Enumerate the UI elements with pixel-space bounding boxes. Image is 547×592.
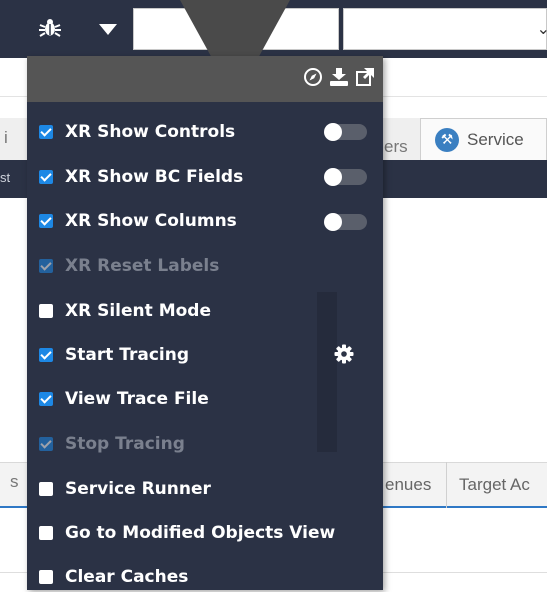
dropdown-toggle-button[interactable] — [86, 10, 130, 50]
checkbox[interactable] — [39, 304, 53, 318]
menu-item-start-tracing[interactable]: Start Tracing — [39, 340, 189, 370]
tab-menues-label: enues — [385, 475, 432, 494]
menu-item-label: XR Show BC Fields — [65, 167, 244, 187]
checkbox[interactable] — [39, 392, 53, 406]
toggle-switch-show-bc-fields[interactable] — [324, 168, 367, 186]
checkbox[interactable] — [39, 214, 53, 228]
compass-icon[interactable] — [303, 66, 323, 88]
menu-item-clear-caches[interactable]: Clear Caches — [39, 562, 188, 592]
background-tab-fragment[interactable]: ers — [384, 137, 408, 157]
panel-side-shade — [317, 292, 337, 452]
menu-item-label: View Trace File — [65, 389, 209, 409]
menu-item-stop-tracing: Stop Tracing — [39, 429, 185, 459]
tab-services-label: Service — [467, 129, 524, 149]
tools-icon: ⚒ — [435, 127, 459, 152]
menu-item-xr-silent-mode[interactable]: XR Silent Mode — [39, 296, 211, 326]
tab-services[interactable]: ⚒ Service — [420, 118, 547, 160]
menu-item-view-trace-file[interactable]: View Trace File — [39, 384, 209, 414]
checkbox — [39, 259, 53, 273]
menu-item-label: Service Runner — [65, 479, 211, 499]
background-tab-fragment: s — [10, 472, 19, 491]
menu-item-label: Clear Caches — [65, 567, 189, 587]
menu-item-service-runner[interactable]: Service Runner — [39, 474, 211, 504]
menu-item-label: XR Silent Mode — [65, 301, 211, 321]
tab-menues[interactable]: enues — [372, 462, 448, 508]
bug-button[interactable] — [28, 10, 72, 50]
toolbar-select[interactable]: ⌄ — [343, 8, 547, 50]
tab-target-accounts[interactable]: Target Ac — [446, 462, 547, 508]
menu-item-xr-show-controls[interactable]: XR Show Controls — [39, 117, 235, 147]
bug-icon — [38, 16, 62, 44]
tab-target-label: Target Ac — [459, 475, 530, 494]
chevron-down-icon: ⌄ — [536, 19, 547, 38]
toggle-knob — [324, 123, 342, 141]
menu-item-go-to-modified-objects-view[interactable]: Go to Modified Objects View — [39, 518, 335, 548]
download-icon[interactable] — [329, 66, 349, 88]
menu-item-label: Go to Modified Objects View — [65, 523, 336, 543]
menu-item-label: XR Reset Labels — [65, 256, 220, 276]
toggle-knob — [324, 168, 342, 186]
menu-item-label: XR Show Controls — [65, 122, 236, 142]
toggle-switch-show-controls[interactable] — [324, 123, 367, 141]
menu-item-xr-reset-labels: XR Reset Labels — [39, 251, 219, 281]
checkbox[interactable] — [39, 570, 53, 584]
xray-dropdown-panel: XR Show Controls XR Show BC Fields XR Sh… — [27, 56, 383, 590]
menu-item-label: XR Show Columns — [65, 211, 237, 231]
menu-item-xr-show-columns[interactable]: XR Show Columns — [39, 206, 237, 236]
checkbox[interactable] — [39, 125, 53, 139]
background-tab-fragment: i — [4, 128, 8, 147]
gear-icon[interactable] — [333, 343, 355, 365]
checkbox[interactable] — [39, 526, 53, 540]
caret-down-icon — [99, 21, 117, 40]
external-link-icon[interactable] — [355, 66, 375, 88]
menu-item-label: Stop Tracing — [65, 434, 185, 454]
checkbox[interactable] — [39, 482, 53, 496]
checkbox[interactable] — [39, 170, 53, 184]
checkbox — [39, 437, 53, 451]
toggle-knob — [324, 213, 342, 231]
menu-item-xr-show-bc-fields[interactable]: XR Show BC Fields — [39, 162, 243, 192]
background-fragment: st — [0, 170, 11, 185]
toggle-switch-show-columns[interactable] — [324, 213, 367, 231]
panel-header — [27, 56, 383, 102]
menu-item-label: Start Tracing — [65, 345, 190, 365]
checkbox[interactable] — [39, 348, 53, 362]
